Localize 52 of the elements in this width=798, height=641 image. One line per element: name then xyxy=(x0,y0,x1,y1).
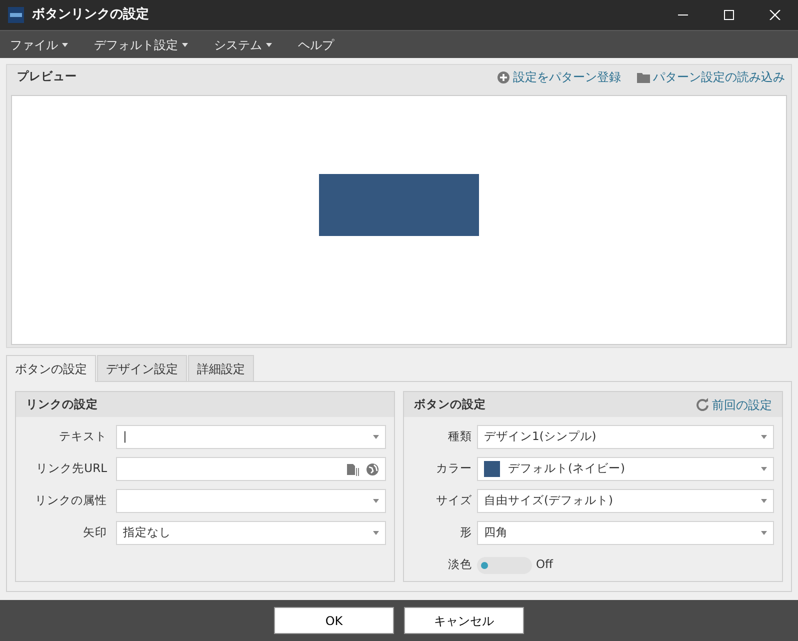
caret-icon xyxy=(182,42,188,46)
ok-button[interactable]: OK xyxy=(274,607,394,634)
field-label: リンクの属性 xyxy=(34,492,108,510)
field-label: 矢印 xyxy=(82,524,108,542)
refresh-icon xyxy=(696,398,709,411)
field-label: 形 xyxy=(459,524,473,542)
field-label: リンク先URL xyxy=(35,460,108,478)
menu-item[interactable]: ファイル xyxy=(0,31,78,58)
window-title: ボタンリンクの設定 xyxy=(32,6,150,24)
field-label: 種類 xyxy=(447,428,473,446)
menu-item[interactable]: システム xyxy=(204,31,282,58)
close-icon xyxy=(769,10,781,20)
dropdown-caret-icon xyxy=(373,531,379,535)
field-label: カラー xyxy=(435,460,473,478)
field-label: 淡色 xyxy=(447,556,473,574)
preview-title: プレビュー xyxy=(17,68,78,86)
tab[interactable]: ボタンの設定 xyxy=(6,355,96,382)
plus-circle-icon xyxy=(497,70,510,84)
dropdown-field[interactable]: デフォルト(ネイビー) xyxy=(477,457,774,481)
folder-icon xyxy=(637,70,650,84)
dropdown-caret-icon xyxy=(373,435,379,439)
caret-icon xyxy=(266,42,272,46)
dropdown-caret-icon xyxy=(761,531,767,535)
menu-item[interactable]: ヘルプ xyxy=(288,31,344,58)
menu-item[interactable]: デフォルト設定 xyxy=(84,31,198,58)
panel-title: ボタンの設定 xyxy=(414,396,487,413)
dropdown-field[interactable]: 四角 xyxy=(477,521,774,545)
pattern-link[interactable]: パターン設定の読み込み xyxy=(637,68,785,86)
dropdown-caret-icon xyxy=(761,499,767,503)
previous-settings-link[interactable]: 前回の設定 xyxy=(696,396,772,414)
dropdown-field[interactable]: | xyxy=(116,425,386,449)
tab[interactable]: 詳細設定 xyxy=(188,355,254,381)
caret-icon xyxy=(62,42,68,46)
dropdown-caret-icon xyxy=(761,467,767,471)
url-field[interactable] xyxy=(116,457,386,481)
dropdown-field[interactable]: デザイン1(シンプル) xyxy=(477,425,774,449)
panel-title: リンクの設定 xyxy=(26,396,99,413)
dropdown-caret-icon xyxy=(761,435,767,439)
toggle-state-label: Off xyxy=(536,556,553,574)
maximize-icon xyxy=(723,10,735,20)
tab[interactable]: デザイン設定 xyxy=(97,355,187,381)
cancel-button[interactable]: キャンセル xyxy=(404,607,524,634)
documents-icon[interactable] xyxy=(347,462,360,476)
app-logo-icon xyxy=(8,7,24,23)
dropdown-field[interactable]: 指定なし xyxy=(116,521,386,545)
dropdown-field[interactable] xyxy=(116,489,386,513)
field-label: テキスト xyxy=(58,428,108,446)
dropdown-field[interactable]: 自由サイズ(デフォルト) xyxy=(477,489,774,513)
toggle-switch[interactable] xyxy=(477,556,532,574)
field-label: サイズ xyxy=(435,492,473,510)
pattern-link[interactable]: 設定をパターン登録 xyxy=(497,68,621,86)
dropdown-caret-icon xyxy=(373,499,379,503)
